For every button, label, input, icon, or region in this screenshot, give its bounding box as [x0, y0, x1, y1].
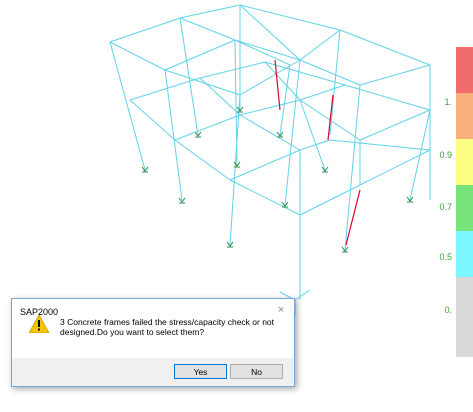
legend-tick-label: 0.	[444, 305, 452, 315]
dialog-button-bar: Yes No	[12, 358, 294, 386]
failed-frames-dialog: SAP2000 × 3 Concrete frames failed the s…	[11, 298, 295, 387]
legend-tick-label: 1.	[444, 97, 452, 107]
legend-tick-label: 0.7	[439, 202, 452, 212]
failed-frames	[274, 59, 361, 246]
legend-color-gray	[456, 277, 473, 357]
legend-tick-label: 0.9	[439, 150, 452, 160]
warning-icon	[29, 315, 49, 333]
legend-color-yellow	[456, 139, 473, 185]
legend-color-green	[456, 185, 473, 231]
legend-color-orange	[456, 93, 473, 139]
legend-color-red	[456, 47, 473, 93]
yes-button[interactable]: Yes	[174, 364, 227, 379]
close-icon[interactable]: ×	[274, 303, 288, 317]
support-symbols	[141, 106, 414, 253]
frame-members	[109, 4, 431, 300]
legend-color-cyan	[456, 231, 473, 277]
dialog-message: 3 Concrete frames failed the stress/capa…	[60, 317, 275, 337]
no-button[interactable]: No	[230, 364, 283, 379]
legend-tick-label: 0.5	[439, 252, 452, 262]
